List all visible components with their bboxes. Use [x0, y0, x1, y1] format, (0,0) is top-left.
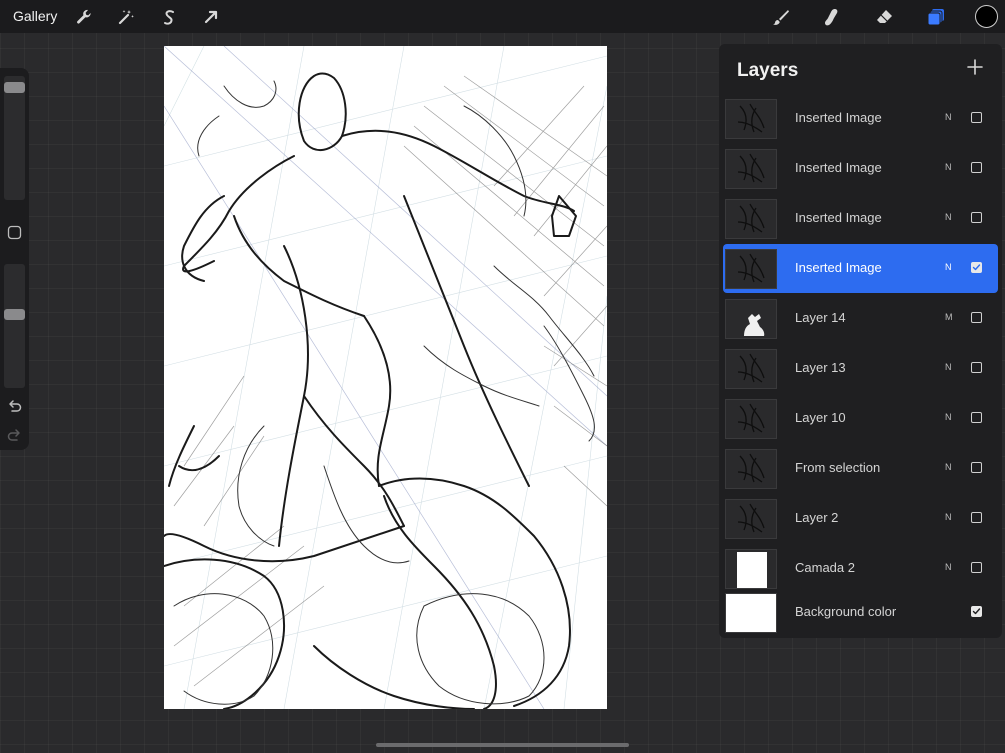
layer-row[interactable]: Inserted Image N [723, 244, 998, 293]
color-picker-swatch[interactable] [975, 5, 998, 28]
layers-panel: Layers Inserted Image N Inserted Image N Ins… [719, 44, 1002, 638]
selection-s-icon[interactable] [157, 5, 181, 29]
checkmark-icon [972, 264, 981, 271]
layer-visibility-checkbox[interactable] [971, 362, 982, 373]
layer-name: Inserted Image [795, 210, 882, 225]
layer-name: Layer 13 [795, 360, 846, 375]
layer-name: Inserted Image [795, 260, 882, 275]
layer-row[interactable]: Inserted Image N [723, 94, 998, 143]
plus-icon[interactable] [966, 58, 984, 76]
layer-thumbnail[interactable] [725, 399, 777, 439]
layer-blend-mode-button[interactable]: M [945, 312, 953, 322]
opacity-thumb[interactable] [4, 309, 25, 321]
layer-name: Background color [795, 604, 897, 619]
layer-blend-mode-button[interactable]: N [945, 562, 952, 572]
layer-visibility-checkbox[interactable] [971, 412, 982, 423]
layer-row[interactable]: Layer 14 M [723, 294, 998, 343]
layer-thumbnail[interactable] [725, 593, 777, 633]
layer-blend-mode-button[interactable]: N [945, 462, 952, 472]
layer-thumbnail[interactable] [725, 349, 777, 389]
layer-visibility-checkbox[interactable] [971, 262, 982, 273]
layer-name: Layer 14 [795, 310, 846, 325]
layer-name: Inserted Image [795, 110, 882, 125]
brush-size-slider[interactable] [4, 76, 25, 200]
layer-blend-mode-button[interactable]: N [945, 112, 952, 122]
layer-row[interactable]: Camada 2 N [723, 544, 998, 593]
layer-name: From selection [795, 460, 881, 475]
layer-blend-mode-button[interactable]: N [945, 412, 952, 422]
left-sidebar [0, 68, 29, 450]
layer-visibility-checkbox[interactable] [971, 162, 982, 173]
smudge-icon[interactable] [820, 5, 844, 29]
layers-panel-title: Layers [737, 60, 799, 81]
layer-visibility-checkbox[interactable] [971, 562, 982, 573]
layer-thumbnail[interactable] [725, 549, 777, 589]
layer-thumbnail[interactable] [725, 449, 777, 489]
layer-blend-mode-button[interactable]: N [945, 362, 952, 372]
redo-icon[interactable] [6, 427, 23, 444]
undo-icon[interactable] [6, 398, 23, 415]
sketch-artwork [164, 46, 607, 709]
layer-row[interactable]: Background color [723, 588, 998, 637]
layer-blend-mode-button[interactable]: N [945, 262, 952, 272]
layer-row[interactable]: Inserted Image N [723, 144, 998, 193]
layer-thumbnail[interactable] [725, 99, 777, 139]
brush-icon[interactable] [769, 5, 793, 29]
layer-visibility-checkbox[interactable] [971, 112, 982, 123]
layer-visibility-checkbox[interactable] [971, 606, 982, 617]
layer-row[interactable]: Layer 10 N [723, 394, 998, 443]
transform-arrow-icon[interactable] [199, 5, 223, 29]
layer-thumbnail[interactable] [725, 299, 777, 339]
layer-row[interactable]: Layer 2 N [723, 494, 998, 543]
layer-visibility-checkbox[interactable] [971, 512, 982, 523]
home-indicator[interactable] [376, 743, 629, 747]
opacity-slider[interactable] [4, 264, 25, 388]
layer-blend-mode-button[interactable]: N [945, 212, 952, 222]
layer-thumbnail[interactable] [725, 499, 777, 539]
gallery-button[interactable]: Gallery [13, 8, 57, 24]
eraser-icon[interactable] [872, 5, 896, 29]
layer-row[interactable]: From selection N [723, 444, 998, 493]
drawing-canvas[interactable] [164, 46, 607, 709]
layer-visibility-checkbox[interactable] [971, 212, 982, 223]
layer-thumbnail[interactable] [725, 199, 777, 239]
layer-row[interactable]: Layer 13 N [723, 344, 998, 393]
layer-visibility-checkbox[interactable] [971, 462, 982, 473]
layer-thumbnail[interactable] [725, 149, 777, 189]
layer-blend-mode-button[interactable]: N [945, 162, 952, 172]
layer-name: Layer 10 [795, 410, 846, 425]
brush-size-thumb[interactable] [4, 81, 25, 93]
layer-thumbnail[interactable] [725, 249, 777, 289]
layer-name: Inserted Image [795, 160, 882, 175]
magic-wand-icon[interactable] [114, 5, 138, 29]
layer-name: Layer 2 [795, 510, 839, 525]
layers-icon[interactable] [924, 5, 948, 29]
layer-row[interactable]: Inserted Image N [723, 194, 998, 243]
checkmark-icon [972, 608, 981, 615]
layer-blend-mode-button[interactable]: N [945, 512, 952, 522]
top-toolbar: Gallery [0, 0, 1005, 33]
modify-square-icon[interactable] [6, 224, 23, 241]
layer-name: Camada 2 [795, 560, 855, 575]
layer-visibility-checkbox[interactable] [971, 312, 982, 323]
wrench-icon[interactable] [72, 5, 96, 29]
